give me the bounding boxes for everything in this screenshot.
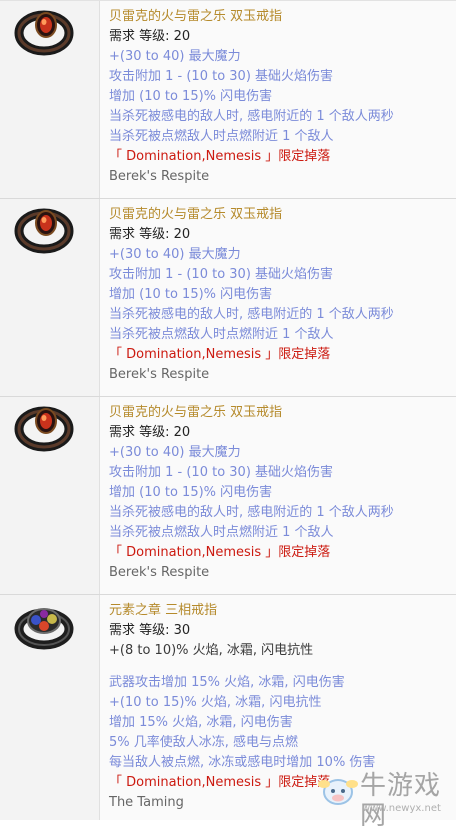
item-name[interactable]: 元素之章 三相戒指	[109, 601, 452, 621]
item-icon-cell	[0, 595, 100, 820]
mod-separator	[109, 661, 452, 673]
item-requirement: 需求 等级: 20	[109, 227, 191, 242]
item-requirement: 需求 等级: 30	[109, 623, 191, 638]
ring-icon[interactable]	[13, 203, 75, 255]
item-row[interactable]: 贝雷克的火与雷之乐 双玉戒指 需求 等级: 20 +(30 to 40) 最大魔…	[0, 0, 456, 199]
item-mod: 当杀死被点燃敌人时点燃附近 1 个敌人	[109, 525, 334, 540]
item-icon-cell	[0, 199, 100, 396]
ring-icon[interactable]	[13, 5, 75, 57]
item-requirement: 需求 等级: 20	[109, 425, 191, 440]
item-icon-cell	[0, 397, 100, 594]
item-name[interactable]: 贝雷克的火与雷之乐 双玉戒指	[109, 403, 452, 423]
item-mod: 5% 几率使敌人冰冻, 感电与点燃	[109, 735, 299, 750]
item-row[interactable]: 贝雷克的火与雷之乐 双玉戒指 需求 等级: 20 +(30 to 40) 最大魔…	[0, 397, 456, 595]
item-source: 「 Domination,Nemesis 」限定掉落	[109, 149, 331, 164]
item-mod: 当杀死被感电的敌人时, 感电附近的 1 个敌人两秒	[109, 505, 394, 520]
item-mod: 当杀死被点燃敌人时点燃附近 1 个敌人	[109, 327, 334, 342]
item-mod: 当杀死被感电的敌人时, 感电附近的 1 个敌人两秒	[109, 307, 394, 322]
item-source: 「 Domination,Nemesis 」限定掉落	[109, 347, 331, 362]
item-mod: 当杀死被感电的敌人时, 感电附近的 1 个敌人两秒	[109, 109, 394, 124]
watermark-text: 牛游戏网	[360, 771, 442, 831]
item-requirement: 需求 等级: 20	[109, 29, 191, 44]
item-implicit-mod: +(8 to 10)% 火焰, 冰霜, 闪电抗性	[109, 643, 314, 658]
item-info: 贝雷克的火与雷之乐 双玉戒指 需求 等级: 20 +(30 to 40) 最大魔…	[109, 403, 452, 583]
item-english-name: Berek's Respite	[109, 565, 210, 580]
site-watermark: 牛游戏网 www.newyx.net	[316, 766, 456, 831]
cow-mascot-icon	[318, 779, 358, 805]
item-info: 贝雷克的火与雷之乐 双玉戒指 需求 等级: 20 +(30 to 40) 最大魔…	[109, 7, 452, 187]
item-english-name: Berek's Respite	[109, 169, 210, 184]
watermark-url: www.newyx.net	[362, 803, 441, 814]
item-mod: 武器攻击增加 15% 火焰, 冰霜, 闪电伤害	[109, 675, 345, 690]
item-mod: 攻击附加 1 - (10 to 30) 基础火焰伤害	[109, 69, 334, 84]
item-mod: 增加 (10 to 15)% 闪电伤害	[109, 287, 273, 302]
item-mod: 攻击附加 1 - (10 to 30) 基础火焰伤害	[109, 465, 334, 480]
item-mod: 增加 (10 to 15)% 闪电伤害	[109, 485, 273, 500]
item-list: 贝雷克的火与雷之乐 双玉戒指 需求 等级: 20 +(30 to 40) 最大魔…	[0, 0, 456, 820]
item-mod: +(30 to 40) 最大魔力	[109, 49, 241, 64]
item-mod: +(30 to 40) 最大魔力	[109, 445, 241, 460]
item-name[interactable]: 贝雷克的火与雷之乐 双玉戒指	[109, 205, 452, 225]
item-info: 贝雷克的火与雷之乐 双玉戒指 需求 等级: 20 +(30 to 40) 最大魔…	[109, 205, 452, 385]
ring-icon[interactable]	[13, 401, 75, 453]
item-row[interactable]: 贝雷克的火与雷之乐 双玉戒指 需求 等级: 20 +(30 to 40) 最大魔…	[0, 199, 456, 397]
item-icon-cell	[0, 1, 100, 198]
item-name[interactable]: 贝雷克的火与雷之乐 双玉戒指	[109, 7, 452, 27]
item-mod: 当杀死被点燃敌人时点燃附近 1 个敌人	[109, 129, 334, 144]
item-mod: +(10 to 15)% 火焰, 冰霜, 闪电抗性	[109, 695, 322, 710]
item-mod: 攻击附加 1 - (10 to 30) 基础火焰伤害	[109, 267, 334, 282]
item-source: 「 Domination,Nemesis 」限定掉落	[109, 545, 331, 560]
item-mod: +(30 to 40) 最大魔力	[109, 247, 241, 262]
item-english-name: Berek's Respite	[109, 367, 210, 382]
tri-gem-ring-icon[interactable]	[13, 599, 75, 651]
item-mod: 增加 (10 to 15)% 闪电伤害	[109, 89, 273, 104]
item-mod: 增加 15% 火焰, 冰霜, 闪电伤害	[109, 715, 293, 730]
